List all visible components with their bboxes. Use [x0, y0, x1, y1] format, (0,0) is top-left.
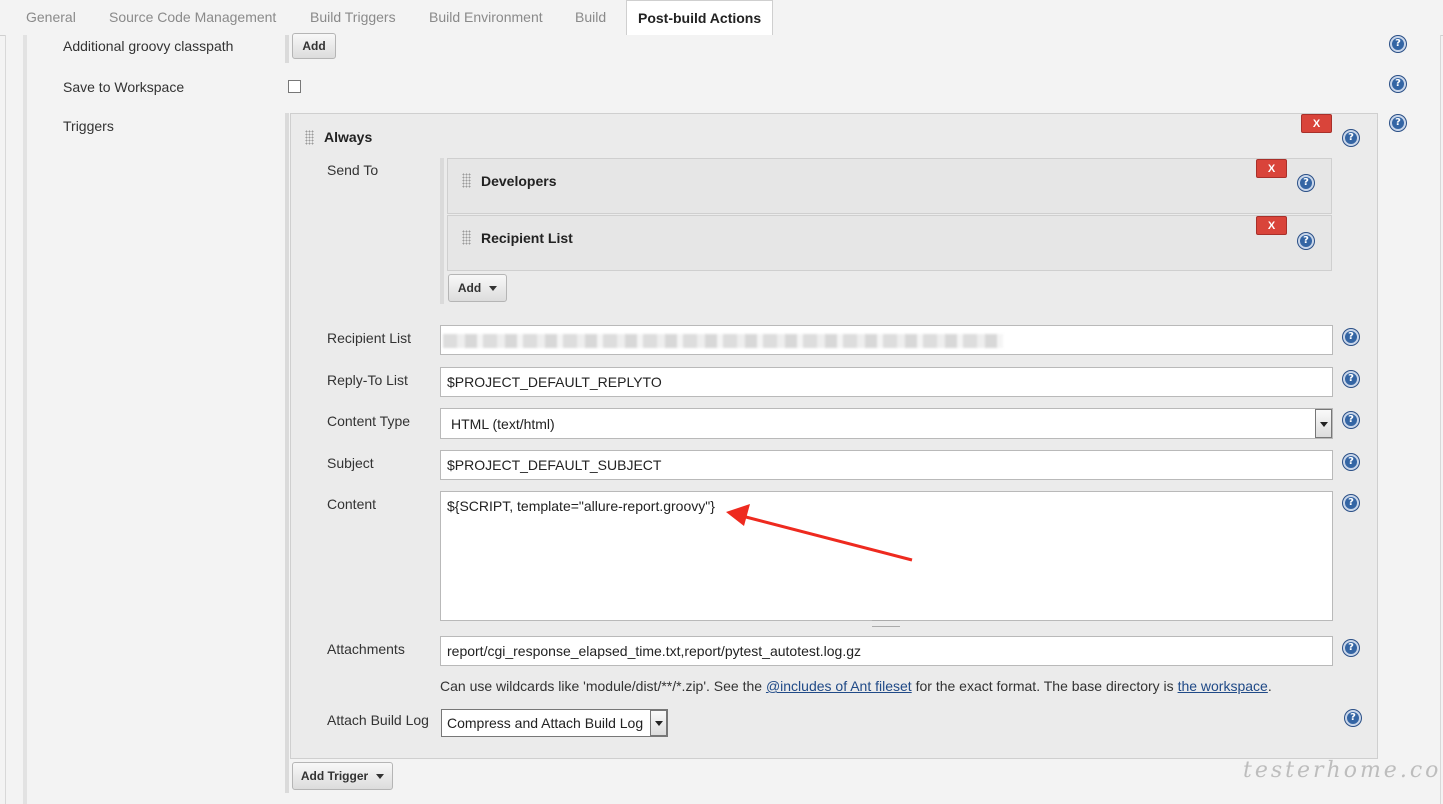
help-icon[interactable]: ? [1390, 76, 1406, 92]
ant-fileset-link[interactable]: @includes of Ant fileset [766, 678, 912, 694]
reply-to-label: Reply-To List [327, 372, 408, 388]
annotation-arrow-icon [726, 504, 913, 562]
triggers-label: Triggers [63, 118, 114, 134]
attachments-hint: Can use wildcards like 'module/dist/**/*… [440, 678, 1272, 694]
triggers-stripe [285, 113, 289, 793]
recipient-list-title: Recipient List [481, 230, 573, 246]
hint-text: Can use wildcards like 'module/dist/**/*… [440, 678, 766, 694]
tab-general[interactable]: General [26, 0, 76, 35]
send-to-stripe [440, 158, 444, 304]
send-to-label: Send To [327, 162, 379, 178]
resize-grip-icon[interactable] [872, 620, 900, 627]
always-title: Always [324, 129, 373, 145]
send-to-add-button[interactable]: Add [448, 274, 507, 302]
chevron-down-icon [376, 773, 385, 779]
help-icon[interactable]: ? [1343, 371, 1359, 387]
hint-text: for the exact format. The base directory… [911, 678, 1178, 694]
tab-post-build-actions[interactable]: Post-build Actions [626, 0, 774, 36]
chevron-down-icon[interactable] [650, 710, 667, 736]
hint-text: . [1267, 678, 1272, 694]
tab-source-code-management[interactable]: Source Code Management [109, 0, 276, 35]
add-trigger-button[interactable]: Add Trigger [292, 762, 393, 790]
help-icon[interactable]: ? [1298, 233, 1314, 249]
send-to-recipient-list: Recipient List X ? [447, 215, 1332, 271]
always-trigger-section: Always X ? Send To Developers X ? Recipi… [290, 113, 1378, 759]
remove-always-button[interactable]: X [1301, 114, 1332, 133]
send-to-add-label: Add [457, 281, 482, 295]
groovy-classpath-label: Additional groovy classpath [63, 38, 234, 54]
chevron-down-icon[interactable] [1315, 409, 1332, 438]
content-type-label: Content Type [327, 413, 411, 429]
attachments-input[interactable]: report/cgi_response_elapsed_time.txt,rep… [440, 636, 1333, 666]
help-icon[interactable]: ? [1343, 640, 1359, 656]
groovy-stripe [285, 35, 289, 63]
remove-recipient-list-button[interactable]: X [1256, 216, 1287, 235]
reply-to-input[interactable]: $PROJECT_DEFAULT_REPLYTO [440, 367, 1333, 397]
save-workspace-checkbox[interactable] [288, 80, 301, 93]
drag-handle-icon[interactable] [462, 230, 471, 245]
workspace-link[interactable]: the workspace [1178, 678, 1268, 694]
help-icon[interactable]: ? [1343, 454, 1359, 470]
help-icon[interactable]: ? [1345, 710, 1361, 726]
content-label: Content [327, 496, 377, 512]
groovy-classpath-add-button[interactable]: Add [292, 33, 336, 59]
help-icon[interactable]: ? [1343, 495, 1359, 511]
tab-build-triggers[interactable]: Build Triggers [310, 0, 396, 35]
help-icon[interactable]: ? [1390, 115, 1406, 131]
chevron-down-icon [489, 285, 498, 291]
attach-build-log-select[interactable]: Compress and Attach Build Log [441, 709, 668, 737]
recipient-list-label: Recipient List [327, 330, 412, 346]
help-icon[interactable]: ? [1343, 130, 1359, 146]
help-icon[interactable]: ? [1390, 36, 1406, 52]
content-type-select[interactable]: HTML (text/html) [440, 408, 1333, 439]
attachments-label: Attachments [327, 641, 405, 657]
remove-developers-button[interactable]: X [1256, 159, 1287, 178]
subject-label: Subject [327, 455, 374, 471]
add-trigger-label: Add Trigger [300, 769, 369, 783]
tab-build-environment[interactable]: Build Environment [429, 0, 543, 35]
drag-handle-icon[interactable] [462, 173, 471, 188]
tab-build[interactable]: Build [575, 0, 606, 35]
arrow-shaft [741, 514, 913, 562]
attach-build-log-label: Attach Build Log [327, 712, 429, 728]
redacted-recipients [443, 334, 1003, 348]
help-icon[interactable]: ? [1343, 329, 1359, 345]
subject-input[interactable]: $PROJECT_DEFAULT_SUBJECT [440, 450, 1333, 480]
help-icon[interactable]: ? [1298, 175, 1314, 191]
help-icon[interactable]: ? [1343, 412, 1359, 428]
developers-title: Developers [481, 173, 557, 189]
drag-handle-icon[interactable] [305, 130, 314, 145]
section-stripe [23, 35, 27, 804]
arrow-head [726, 504, 750, 526]
save-workspace-label: Save to Workspace [63, 79, 185, 95]
tab-bar: General Source Code Management Build Tri… [0, 0, 1443, 36]
send-to-developers: Developers X ? [447, 158, 1332, 214]
watermark: testerhome.com [1243, 758, 1443, 783]
